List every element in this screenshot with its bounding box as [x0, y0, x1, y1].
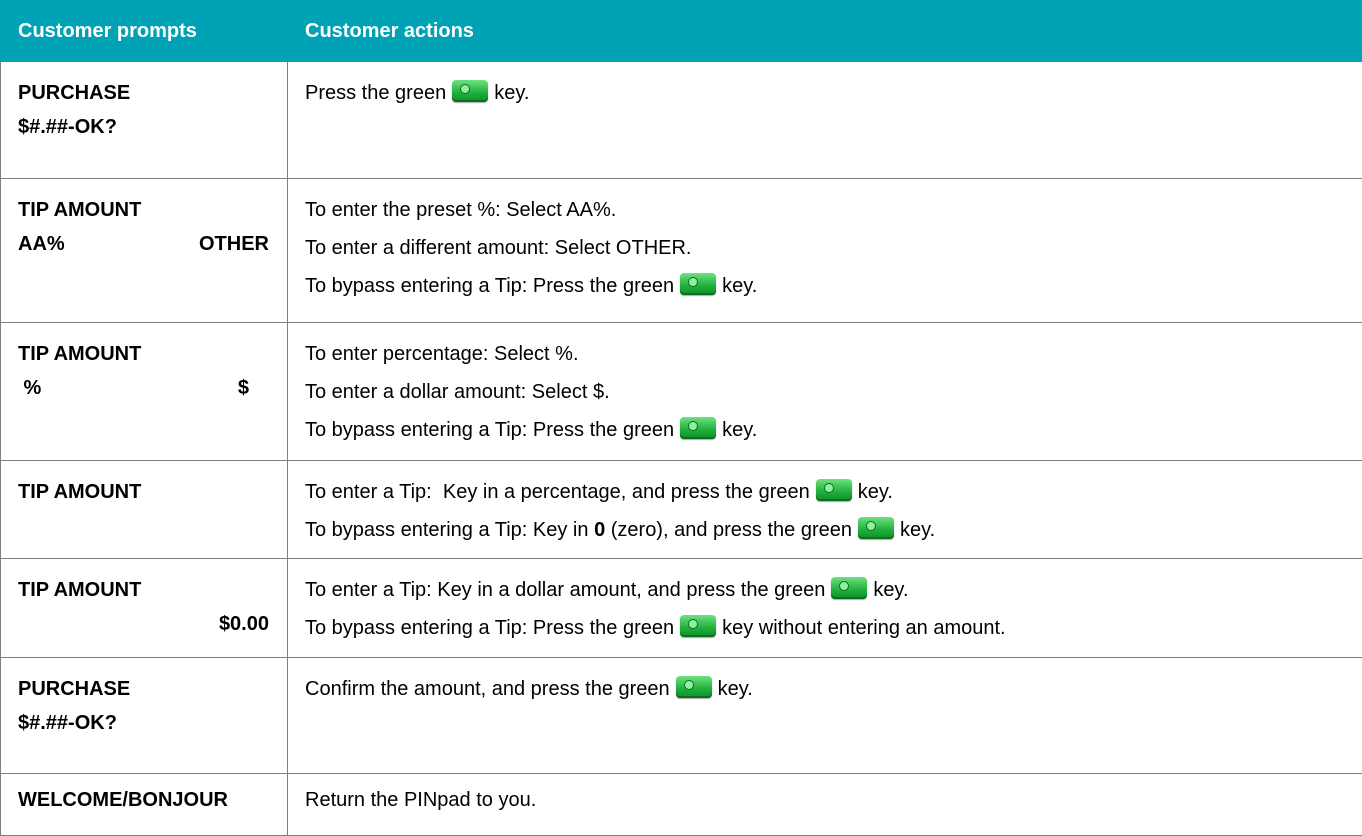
- action-text: Confirm the amount, and press the green: [305, 678, 670, 700]
- customer-prompts-table: Customer prompts Customer actions PURCHA…: [0, 0, 1362, 836]
- action-line: To bypass entering a Tip: Press the gree…: [305, 413, 1352, 451]
- table-row: PURCHASE $#.##-OK? Confirm the amount, a…: [1, 658, 1362, 774]
- action-line: To enter the preset %: Select AA%.: [305, 193, 1352, 231]
- prompt-line: $#.##-OK?: [18, 110, 269, 144]
- prompt-cell: PURCHASE $#.##-OK?: [1, 62, 288, 179]
- table-row: TIP AMOUNT $0.00 To enter a Tip: Key in …: [1, 559, 1362, 658]
- action-text: To enter a Tip: Key in a dollar amount, …: [305, 579, 825, 601]
- prompt-cell: TIP AMOUNT % $: [1, 323, 288, 461]
- prompt-cell: TIP AMOUNT $0.00: [1, 559, 288, 658]
- table-header-row: Customer prompts Customer actions: [1, 1, 1362, 62]
- table-row: TIP AMOUNT To enter a Tip: Key in a perc…: [1, 461, 1362, 559]
- action-line: Confirm the amount, and press the green k…: [305, 672, 1352, 710]
- green-key-icon: [680, 417, 716, 439]
- action-text: key.: [722, 275, 757, 297]
- prompt-option-right: OTHER: [199, 227, 269, 261]
- action-cell: Confirm the amount, and press the green k…: [288, 658, 1362, 774]
- action-text: key.: [900, 519, 935, 541]
- prompt-line: AA% OTHER: [18, 227, 269, 261]
- table-row: TIP AMOUNT AA% OTHER To enter the preset…: [1, 179, 1362, 323]
- green-key-icon: [680, 615, 716, 637]
- action-line: Press the green key.: [305, 76, 1352, 114]
- action-line: To enter a dollar amount: Select $.: [305, 375, 1352, 413]
- action-text: Press the green: [305, 82, 446, 104]
- prompt-line: TIP AMOUNT: [18, 193, 269, 227]
- prompt-option-right: $: [238, 371, 269, 405]
- prompt-cell: PURCHASE $#.##-OK?: [1, 658, 288, 774]
- prompt-line: TIP AMOUNT: [18, 337, 269, 371]
- green-key-icon: [452, 80, 488, 102]
- zero-key-value: 0: [594, 519, 605, 541]
- prompt-line: $#.##-OK?: [18, 706, 269, 740]
- action-text: To bypass entering a Tip: Press the gree…: [305, 419, 674, 441]
- action-text: (zero), and press the green: [605, 519, 852, 541]
- prompt-line: TIP AMOUNT: [18, 573, 269, 607]
- prompt-option-left: AA%: [18, 227, 65, 261]
- prompt-line: % $: [18, 371, 269, 405]
- prompt-line: PURCHASE: [18, 76, 269, 110]
- action-cell: Return the PINpad to you.: [288, 774, 1362, 836]
- action-cell: To enter a Tip: Key in a percentage, and…: [288, 461, 1362, 559]
- prompt-line: WELCOME/BONJOUR: [18, 783, 269, 817]
- green-key-icon: [831, 577, 867, 599]
- action-line: To enter percentage: Select %.: [305, 337, 1352, 375]
- action-line: To bypass entering a Tip: Press the gree…: [305, 269, 1352, 307]
- prompt-cell: WELCOME/BONJOUR: [1, 774, 288, 836]
- action-line: To enter a Tip: Key in a percentage, and…: [305, 475, 1352, 513]
- action-text: key without entering an amount.: [722, 617, 1006, 639]
- header-customer-prompts: Customer prompts: [1, 1, 288, 62]
- header-customer-actions: Customer actions: [288, 1, 1362, 62]
- prompt-option-left: %: [18, 371, 41, 405]
- green-key-icon: [858, 517, 894, 539]
- action-text: key.: [873, 579, 908, 601]
- action-text: To bypass entering a Tip: Key in: [305, 519, 594, 541]
- action-line: To bypass entering a Tip: Press the gree…: [305, 611, 1352, 649]
- action-line: Return the PINpad to you.: [305, 783, 1352, 821]
- action-cell: To enter the preset %: Select AA%. To en…: [288, 179, 1362, 323]
- action-text: To enter a Tip: Key in a percentage, and…: [305, 481, 810, 503]
- prompt-cell: TIP AMOUNT AA% OTHER: [1, 179, 288, 323]
- action-cell: Press the green key.: [288, 62, 1362, 179]
- table-row: TIP AMOUNT % $ To enter percentage: Sele…: [1, 323, 1362, 461]
- action-text: key.: [858, 481, 893, 503]
- prompt-cell: TIP AMOUNT: [1, 461, 288, 559]
- action-text: key.: [718, 678, 753, 700]
- table-row: WELCOME/BONJOUR Return the PINpad to you…: [1, 774, 1362, 836]
- action-text: key.: [722, 419, 757, 441]
- action-cell: To enter percentage: Select %. To enter …: [288, 323, 1362, 461]
- green-key-icon: [816, 479, 852, 501]
- action-line: To enter a different amount: Select OTHE…: [305, 231, 1352, 269]
- action-text: To bypass entering a Tip: Press the gree…: [305, 275, 674, 297]
- action-text: key.: [494, 82, 529, 104]
- action-line: To bypass entering a Tip: Key in 0 (zero…: [305, 513, 1352, 551]
- prompt-line: TIP AMOUNT: [18, 475, 269, 509]
- action-text: To bypass entering a Tip: Press the gree…: [305, 617, 674, 639]
- prompt-line: PURCHASE: [18, 672, 269, 706]
- action-cell: To enter a Tip: Key in a dollar amount, …: [288, 559, 1362, 658]
- prompt-line: $0.00: [18, 607, 269, 641]
- table-row: PURCHASE $#.##-OK? Press the green key.: [1, 62, 1362, 179]
- action-line: To enter a Tip: Key in a dollar amount, …: [305, 573, 1352, 611]
- green-key-icon: [680, 273, 716, 295]
- green-key-icon: [676, 676, 712, 698]
